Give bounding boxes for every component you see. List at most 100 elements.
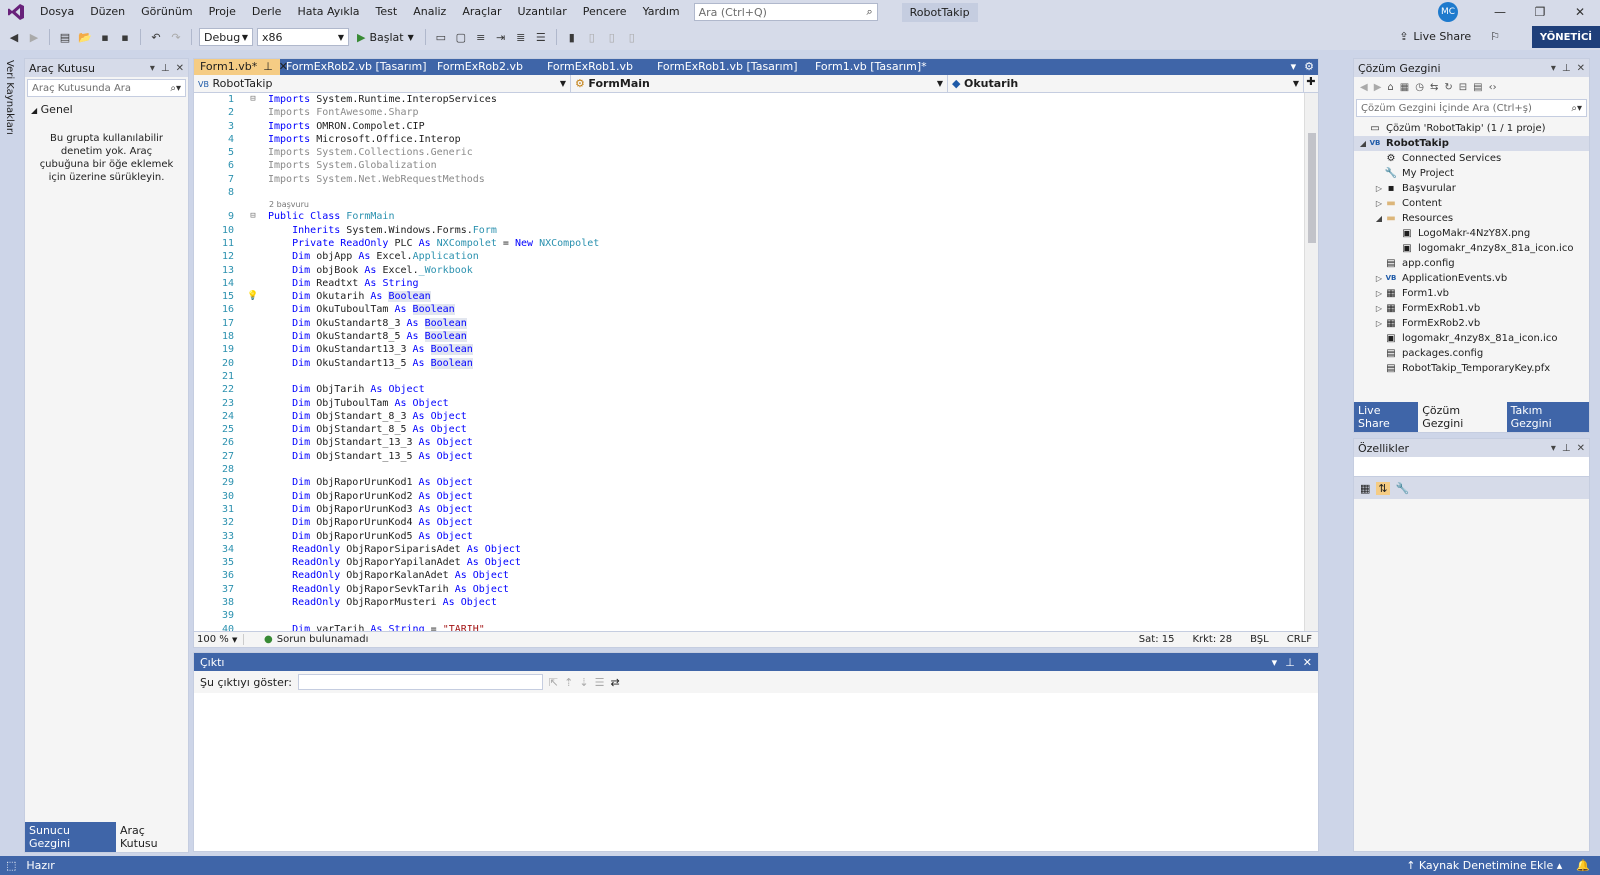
tab-solution-explorer[interactable]: Çözüm Gezgini: [1418, 402, 1507, 432]
code-line[interactable]: 23 Dim ObjTuboulTam As Object: [194, 397, 1306, 410]
output-source-select[interactable]: [297, 674, 543, 690]
solution-search-input[interactable]: Çözüm Gezgini İçinde Ara (Ctrl+ş) ⌕▾: [1356, 99, 1587, 117]
sync-icon[interactable]: ⇆: [1430, 82, 1438, 93]
feedback-icon[interactable]: ⚐: [1490, 30, 1500, 43]
menu-item[interactable]: Pencere: [575, 0, 635, 24]
pin-icon[interactable]: ⊥: [263, 59, 273, 75]
search-icon[interactable]: ⌕: [866, 5, 876, 19]
avatar[interactable]: MC: [1438, 2, 1458, 22]
notification-bell-icon[interactable]: 🔔: [1576, 859, 1590, 872]
back-icon[interactable]: ◀: [6, 29, 22, 45]
clear-all-icon[interactable]: ☰: [595, 676, 605, 689]
menu-item[interactable]: Düzen: [82, 0, 133, 24]
expand-arrow-icon[interactable]: ▷: [1374, 196, 1384, 211]
expand-arrow-icon[interactable]: ▷: [1374, 181, 1384, 196]
expand-arrow-icon[interactable]: ▷: [1374, 271, 1384, 286]
tree-item[interactable]: ▷ ▦ FormExRob2.vb: [1354, 316, 1589, 331]
tab-form1-vb[interactable]: Form1.vb* ⊥ ✕: [194, 59, 288, 75]
tab-formexrob2-design[interactable]: FormExRob2.vb [Tasarım]: [280, 59, 431, 75]
code-line[interactable]: 25 Dim ObjStandart_8_5 As Object: [194, 423, 1306, 436]
tree-item[interactable]: ▤ RobotTakip_TemporaryKey.pfx: [1354, 361, 1589, 376]
collapse-icon[interactable]: ⊟: [238, 93, 268, 106]
menu-item[interactable]: Yardım: [635, 0, 688, 24]
collapse-icon[interactable]: ⊟: [238, 210, 268, 223]
new-project-icon[interactable]: ▤: [57, 29, 73, 45]
code-line[interactable]: 29 Dim ObjRaporUrunKod1 As Object: [194, 476, 1306, 489]
project-dropdown[interactable]: VB RobotTakip ▼: [194, 75, 571, 92]
data-sources-tab[interactable]: Veri Kaynakları: [4, 60, 15, 135]
split-icon[interactable]: ✚: [1304, 75, 1318, 92]
menu-item[interactable]: Derle: [244, 0, 290, 24]
tree-item[interactable]: ⚙ Connected Services: [1354, 151, 1589, 166]
tab-form1-design[interactable]: Form1.vb [Tasarım]*: [809, 59, 949, 75]
code-line[interactable]: 26 Dim ObjStandart_13_3 As Object: [194, 436, 1306, 449]
tree-item[interactable]: ▣ logomakr_4nzy8x_81a_icon.ico: [1354, 331, 1589, 346]
chevron-down-icon[interactable]: ▾: [1551, 443, 1556, 454]
code-line[interactable]: 39: [194, 609, 1306, 622]
expand-arrow-icon[interactable]: ▷: [1374, 286, 1384, 301]
visual-studio-logo-icon[interactable]: [0, 0, 32, 24]
zoom-select[interactable]: 100 % ▼: [194, 634, 244, 645]
folder-icon[interactable]: ▭: [433, 29, 449, 45]
pin-icon[interactable]: ⊥: [1562, 63, 1571, 74]
menu-item[interactable]: Uzantılar: [509, 0, 574, 24]
code-area[interactable]: 1 ⊟ Imports System.Runtime.InteropServices…: [194, 93, 1306, 633]
code-line[interactable]: 13 Dim objBook As Excel._Workbook: [194, 264, 1306, 277]
screenshot-icon[interactable]: ▢: [453, 29, 469, 45]
alphabetical-icon[interactable]: ⇅: [1376, 481, 1390, 495]
minimize-icon[interactable]: —: [1480, 5, 1520, 19]
menu-item[interactable]: Test: [368, 0, 406, 24]
expand-arrow-icon[interactable]: ▷: [1374, 301, 1384, 316]
code-line[interactable]: 8: [194, 186, 1306, 199]
close-icon[interactable]: ✕: [1560, 5, 1600, 19]
tree-item[interactable]: ▷ VB ApplicationEvents.vb: [1354, 271, 1589, 286]
home-icon[interactable]: ⌂: [1387, 82, 1393, 93]
tree-item[interactable]: ▤ packages.config: [1354, 346, 1589, 361]
undo-icon[interactable]: ↶: [148, 29, 164, 45]
code-line[interactable]: 24 Dim ObjStandart_8_3 As Object: [194, 410, 1306, 423]
tab-formexrob2-vb[interactable]: FormExRob2.vb: [431, 59, 541, 75]
code-line[interactable]: 19 Dim OkuStandart13_3 As Boolean: [194, 343, 1306, 356]
expand-arrow-icon[interactable]: ▷: [1374, 316, 1384, 331]
menu-item[interactable]: Görünüm: [133, 0, 200, 24]
code-line[interactable]: 7 Imports System.Net.WebRequestMethods: [194, 173, 1306, 186]
restore-icon[interactable]: ❐: [1520, 5, 1560, 19]
tab-server-explorer[interactable]: Sunucu Gezgini: [25, 822, 116, 852]
search-icon[interactable]: ⌕▾: [1571, 103, 1582, 114]
chevron-down-icon[interactable]: ▾: [150, 63, 155, 74]
code-line[interactable]: 9 ⊟ Public Class FormMain: [194, 210, 1306, 223]
tab-list-icon[interactable]: ▾: [1291, 59, 1297, 75]
forward-icon[interactable]: ▶: [26, 29, 42, 45]
vertical-scrollbar[interactable]: [1304, 93, 1318, 633]
tree-item[interactable]: ◢ VB RobotTakip: [1354, 136, 1589, 151]
menu-item[interactable]: Proje: [201, 0, 244, 24]
issues-indicator[interactable]: ● Sorun bulunamadı: [264, 634, 368, 645]
code-line[interactable]: 1 ⊟ Imports System.Runtime.InteropServices: [194, 93, 1306, 106]
configuration-select[interactable]: Debug ▼: [199, 28, 253, 46]
code-line[interactable]: 36 ReadOnly ObjRaporKalanAdet As Object: [194, 569, 1306, 582]
format-icon[interactable]: ☰: [533, 29, 549, 45]
tree-item[interactable]: ▣ LogoMakr-4NzY8X.png: [1354, 226, 1589, 241]
start-button[interactable]: ▶ Başlat ▼: [353, 31, 418, 44]
redo-icon[interactable]: ↷: [168, 29, 184, 45]
tab-formexrob1-design[interactable]: FormExRob1.vb [Tasarım]: [651, 59, 809, 75]
code-line[interactable]: 5 Imports System.Collections.Generic: [194, 146, 1306, 159]
code-line[interactable]: 35 ReadOnly ObjRaporYapilanAdet As Objec…: [194, 556, 1306, 569]
tree-item[interactable]: ▷ ▬ Content: [1354, 196, 1589, 211]
next-bookmark-icon[interactable]: ▯: [604, 29, 620, 45]
code-line[interactable]: 34 ReadOnly ObjRaporSiparisAdet As Objec…: [194, 543, 1306, 556]
code-line[interactable]: 27 Dim ObjStandart_13_5 As Object: [194, 450, 1306, 463]
search-icon[interactable]: ⌕▾: [170, 83, 181, 94]
close-icon[interactable]: ✕: [176, 63, 184, 74]
tab-live-share[interactable]: Live Share: [1354, 402, 1419, 432]
expand-arrow-icon[interactable]: ◢: [1374, 211, 1384, 226]
chevron-down-icon[interactable]: ▾: [1551, 63, 1556, 74]
switch-views-icon[interactable]: ▦: [1400, 82, 1409, 93]
lightbulb-icon[interactable]: 💡: [238, 290, 268, 303]
code-line[interactable]: 10 Inherits System.Windows.Forms.Form: [194, 224, 1306, 237]
pin-icon[interactable]: ⊥: [1285, 656, 1295, 669]
close-icon[interactable]: ✕: [1577, 63, 1585, 74]
collapse-all-icon[interactable]: ⊟: [1459, 82, 1467, 93]
toolbox-group-general[interactable]: ◢ Genel: [25, 99, 188, 120]
align-icon[interactable]: ≡: [473, 29, 489, 45]
